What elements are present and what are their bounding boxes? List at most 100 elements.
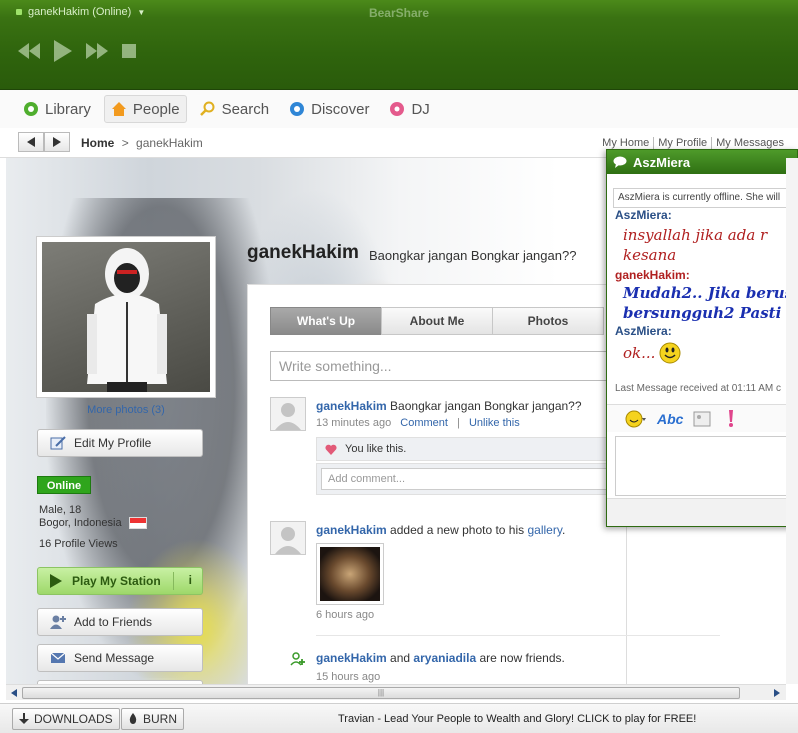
- play-icon: [50, 574, 62, 588]
- default-user-icon: [275, 527, 301, 554]
- post-text: ganekHakim added a new photo to his gall…: [316, 523, 565, 537]
- profile-photo[interactable]: [36, 236, 216, 398]
- post-author[interactable]: ganekHakim: [316, 523, 387, 537]
- tab-dj[interactable]: DJ: [382, 95, 436, 123]
- burn-button[interactable]: BURN: [121, 708, 185, 730]
- send-message-label: Send Message: [74, 651, 155, 665]
- vertical-scrollbar[interactable]: [786, 158, 798, 684]
- location-text: Bogor, Indonesia: [39, 517, 122, 529]
- post-author[interactable]: ganekHakim: [316, 651, 387, 665]
- play-icon[interactable]: [54, 40, 72, 62]
- gender-age: Male, 18: [39, 504, 82, 516]
- add-comment-input[interactable]: Add comment...: [321, 468, 621, 490]
- tab-whats-up[interactable]: What's Up: [270, 307, 382, 335]
- edit-profile-button[interactable]: Edit My Profile: [37, 429, 203, 457]
- photo-thumbnail[interactable]: [316, 543, 384, 605]
- home-icon: [111, 102, 126, 116]
- pencil-icon: [50, 436, 66, 450]
- breadcrumb: Home > ganekHakim: [81, 136, 203, 150]
- unlike-link[interactable]: Unlike this: [469, 417, 520, 429]
- downloads-button[interactable]: DOWNLOADS: [12, 708, 120, 730]
- downloads-label: DOWNLOADS: [34, 712, 113, 726]
- send-message-button[interactable]: Send Message: [37, 644, 203, 672]
- edit-profile-label: Edit My Profile: [74, 436, 152, 450]
- ad-banner-link[interactable]: Travian - Lead Your People to Wealth and…: [338, 713, 696, 725]
- chat-message-line: kesana: [623, 246, 677, 264]
- status-badge: Online: [37, 476, 91, 494]
- tab-about-me[interactable]: About Me: [381, 307, 493, 335]
- photo-thumbnail-image: [320, 547, 380, 601]
- profile-views: 16 Profile Views: [39, 538, 118, 550]
- scroll-left-icon: [11, 689, 17, 697]
- chat-message-input[interactable]: [615, 436, 797, 496]
- chat-message-line: insyallah jika ada r: [623, 226, 768, 244]
- post-avatar[interactable]: [270, 397, 306, 431]
- breadcrumb-home[interactable]: Home: [81, 136, 114, 150]
- info-icon[interactable]: i: [189, 573, 192, 587]
- forward-arrow-icon: [53, 137, 61, 147]
- chat-titlebar[interactable]: AszMiera: [607, 150, 797, 174]
- tab-discover[interactable]: Discover: [282, 95, 376, 123]
- account-links: My Home My Profile My Messages: [598, 137, 788, 149]
- scroll-left-button[interactable]: [7, 686, 21, 700]
- font-style-button[interactable]: Abc: [657, 411, 683, 427]
- button-separator: [173, 572, 174, 590]
- chat-message-line: Mudah2.. Jika berus: [623, 284, 794, 302]
- page-title: ganekHakim: [247, 242, 359, 263]
- post-time: 6 hours ago: [316, 609, 375, 621]
- chat-sender: AszMiera:: [615, 324, 672, 338]
- link-my-home[interactable]: My Home: [598, 137, 653, 149]
- location-row: Bogor, Indonesia: [39, 517, 147, 530]
- horizontal-scrollbar[interactable]: |||: [6, 684, 786, 700]
- add-friend-button[interactable]: Add to Friends: [37, 608, 203, 636]
- forward-button[interactable]: [44, 132, 70, 152]
- add-user-icon: [50, 615, 66, 629]
- link-my-messages[interactable]: My Messages: [711, 137, 788, 149]
- more-photos-link[interactable]: More photos (3): [36, 404, 216, 416]
- chat-title: AszMiera: [633, 154, 691, 170]
- chat-sender: AszMiera:: [615, 208, 672, 222]
- person-figure-icon: [87, 248, 167, 392]
- tab-discover-label: Discover: [311, 100, 370, 118]
- tab-library[interactable]: Library: [16, 95, 98, 123]
- back-button[interactable]: [18, 132, 44, 152]
- tab-search[interactable]: Search: [193, 95, 277, 123]
- avatar: [42, 242, 210, 392]
- emoticon-picker-icon[interactable]: [625, 410, 647, 428]
- app-brand: BearShare: [368, 6, 430, 20]
- play-station-button[interactable]: Play My Station i: [37, 567, 203, 595]
- post-text: ganekHakim and aryaniadila are now frien…: [316, 651, 565, 665]
- scroll-right-button[interactable]: [770, 686, 784, 700]
- tab-dj-label: DJ: [411, 100, 430, 118]
- stop-icon[interactable]: [122, 44, 136, 58]
- post-body: and: [390, 651, 411, 665]
- link-my-profile[interactable]: My Profile: [653, 137, 711, 149]
- breadcrumb-current: ganekHakim: [136, 136, 203, 150]
- chat-window[interactable]: AszMiera AszMiera is currently offline. …: [606, 149, 798, 527]
- chat-toolbar: Abc: [607, 404, 797, 432]
- nudge-icon[interactable]: [721, 409, 741, 428]
- write-something-input[interactable]: Write something...: [270, 351, 630, 381]
- comment-area: Add comment...: [316, 463, 636, 495]
- chat-message-row: ok...: [623, 342, 681, 364]
- tab-search-label: Search: [221, 100, 270, 118]
- scroll-thumb[interactable]: |||: [22, 687, 740, 699]
- post-divider: [316, 635, 720, 636]
- comment-link[interactable]: Comment: [400, 417, 448, 429]
- post-avatar[interactable]: [270, 521, 306, 555]
- chat-sender: ganekHakim:: [615, 268, 690, 282]
- meta-separator: |: [457, 417, 460, 429]
- add-friend-label: Add to Friends: [74, 615, 153, 629]
- fast-forward-icon[interactable]: [86, 43, 108, 59]
- last-message-info: Last Message received at 01:11 AM c: [615, 383, 782, 394]
- post-time: 13 minutes ago: [316, 417, 392, 429]
- friend-link[interactable]: aryaniadila: [413, 651, 476, 665]
- image-icon[interactable]: [693, 411, 711, 427]
- gallery-link[interactable]: gallery: [528, 523, 562, 537]
- post-author[interactable]: ganekHakim: [316, 399, 387, 413]
- tab-people[interactable]: People: [103, 95, 187, 123]
- profile-tabs: What's Up About Me Photos: [270, 307, 630, 335]
- rewind-icon[interactable]: [18, 43, 40, 59]
- player-titlebar: ganekHakim (Online) ▼ BearShare: [0, 0, 798, 90]
- tab-photos[interactable]: Photos: [492, 307, 604, 335]
